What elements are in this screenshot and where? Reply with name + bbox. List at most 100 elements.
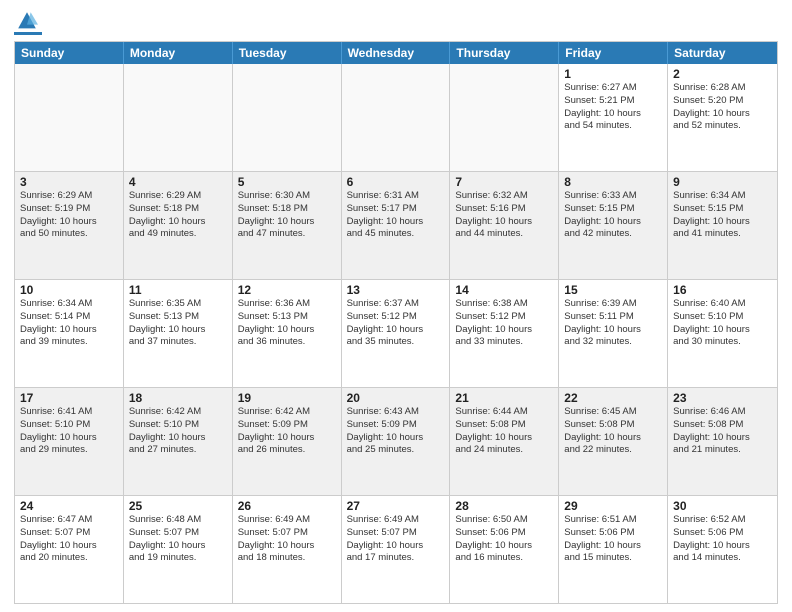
calendar-cell: 16Sunrise: 6:40 AMSunset: 5:10 PMDayligh… <box>668 280 777 387</box>
day-number: 20 <box>347 391 445 405</box>
day-info: Sunrise: 6:51 AMSunset: 5:06 PMDaylight:… <box>564 514 662 565</box>
header <box>14 10 778 35</box>
calendar-cell: 5Sunrise: 6:30 AMSunset: 5:18 PMDaylight… <box>233 172 342 279</box>
day-number: 6 <box>347 175 445 189</box>
calendar-cell <box>124 64 233 171</box>
day-number: 2 <box>673 67 772 81</box>
day-info: Sunrise: 6:50 AMSunset: 5:06 PMDaylight:… <box>455 514 553 565</box>
day-number: 7 <box>455 175 553 189</box>
calendar-cell: 29Sunrise: 6:51 AMSunset: 5:06 PMDayligh… <box>559 496 668 603</box>
day-info: Sunrise: 6:49 AMSunset: 5:07 PMDaylight:… <box>238 514 336 565</box>
day-info: Sunrise: 6:37 AMSunset: 5:12 PMDaylight:… <box>347 298 445 349</box>
day-number: 18 <box>129 391 227 405</box>
day-number: 10 <box>20 283 118 297</box>
day-info: Sunrise: 6:44 AMSunset: 5:08 PMDaylight:… <box>455 406 553 457</box>
day-number: 8 <box>564 175 662 189</box>
logo <box>14 10 44 35</box>
day-info: Sunrise: 6:38 AMSunset: 5:12 PMDaylight:… <box>455 298 553 349</box>
calendar-body: 1Sunrise: 6:27 AMSunset: 5:21 PMDaylight… <box>15 64 777 603</box>
page: SundayMondayTuesdayWednesdayThursdayFrid… <box>0 0 792 612</box>
calendar-cell: 22Sunrise: 6:45 AMSunset: 5:08 PMDayligh… <box>559 388 668 495</box>
day-number: 12 <box>238 283 336 297</box>
day-info: Sunrise: 6:49 AMSunset: 5:07 PMDaylight:… <box>347 514 445 565</box>
calendar-cell: 20Sunrise: 6:43 AMSunset: 5:09 PMDayligh… <box>342 388 451 495</box>
header-day-friday: Friday <box>559 42 668 64</box>
day-info: Sunrise: 6:52 AMSunset: 5:06 PMDaylight:… <box>673 514 772 565</box>
day-info: Sunrise: 6:29 AMSunset: 5:19 PMDaylight:… <box>20 190 118 241</box>
calendar-cell <box>450 64 559 171</box>
day-number: 1 <box>564 67 662 81</box>
calendar-cell <box>15 64 124 171</box>
day-info: Sunrise: 6:34 AMSunset: 5:14 PMDaylight:… <box>20 298 118 349</box>
day-info: Sunrise: 6:40 AMSunset: 5:10 PMDaylight:… <box>673 298 772 349</box>
calendar-cell: 9Sunrise: 6:34 AMSunset: 5:15 PMDaylight… <box>668 172 777 279</box>
day-info: Sunrise: 6:42 AMSunset: 5:09 PMDaylight:… <box>238 406 336 457</box>
day-number: 16 <box>673 283 772 297</box>
calendar-cell: 12Sunrise: 6:36 AMSunset: 5:13 PMDayligh… <box>233 280 342 387</box>
calendar-cell: 19Sunrise: 6:42 AMSunset: 5:09 PMDayligh… <box>233 388 342 495</box>
day-info: Sunrise: 6:47 AMSunset: 5:07 PMDaylight:… <box>20 514 118 565</box>
day-info: Sunrise: 6:34 AMSunset: 5:15 PMDaylight:… <box>673 190 772 241</box>
calendar-row-2: 10Sunrise: 6:34 AMSunset: 5:14 PMDayligh… <box>15 279 777 387</box>
calendar-cell: 26Sunrise: 6:49 AMSunset: 5:07 PMDayligh… <box>233 496 342 603</box>
calendar-cell: 21Sunrise: 6:44 AMSunset: 5:08 PMDayligh… <box>450 388 559 495</box>
calendar-cell: 28Sunrise: 6:50 AMSunset: 5:06 PMDayligh… <box>450 496 559 603</box>
day-info: Sunrise: 6:41 AMSunset: 5:10 PMDaylight:… <box>20 406 118 457</box>
header-day-monday: Monday <box>124 42 233 64</box>
day-info: Sunrise: 6:36 AMSunset: 5:13 PMDaylight:… <box>238 298 336 349</box>
day-number: 27 <box>347 499 445 513</box>
day-info: Sunrise: 6:48 AMSunset: 5:07 PMDaylight:… <box>129 514 227 565</box>
day-number: 11 <box>129 283 227 297</box>
day-number: 9 <box>673 175 772 189</box>
calendar-cell: 27Sunrise: 6:49 AMSunset: 5:07 PMDayligh… <box>342 496 451 603</box>
day-info: Sunrise: 6:35 AMSunset: 5:13 PMDaylight:… <box>129 298 227 349</box>
day-number: 21 <box>455 391 553 405</box>
day-number: 25 <box>129 499 227 513</box>
calendar-cell: 13Sunrise: 6:37 AMSunset: 5:12 PMDayligh… <box>342 280 451 387</box>
day-number: 17 <box>20 391 118 405</box>
header-day-sunday: Sunday <box>15 42 124 64</box>
header-day-wednesday: Wednesday <box>342 42 451 64</box>
day-info: Sunrise: 6:29 AMSunset: 5:18 PMDaylight:… <box>129 190 227 241</box>
day-info: Sunrise: 6:46 AMSunset: 5:08 PMDaylight:… <box>673 406 772 457</box>
day-info: Sunrise: 6:43 AMSunset: 5:09 PMDaylight:… <box>347 406 445 457</box>
calendar-cell: 17Sunrise: 6:41 AMSunset: 5:10 PMDayligh… <box>15 388 124 495</box>
calendar-cell: 25Sunrise: 6:48 AMSunset: 5:07 PMDayligh… <box>124 496 233 603</box>
day-number: 4 <box>129 175 227 189</box>
day-info: Sunrise: 6:33 AMSunset: 5:15 PMDaylight:… <box>564 190 662 241</box>
calendar-cell: 24Sunrise: 6:47 AMSunset: 5:07 PMDayligh… <box>15 496 124 603</box>
logo-text <box>14 10 38 32</box>
calendar-row-0: 1Sunrise: 6:27 AMSunset: 5:21 PMDaylight… <box>15 64 777 171</box>
calendar-cell: 10Sunrise: 6:34 AMSunset: 5:14 PMDayligh… <box>15 280 124 387</box>
calendar-cell: 8Sunrise: 6:33 AMSunset: 5:15 PMDaylight… <box>559 172 668 279</box>
day-info: Sunrise: 6:31 AMSunset: 5:17 PMDaylight:… <box>347 190 445 241</box>
calendar-cell: 23Sunrise: 6:46 AMSunset: 5:08 PMDayligh… <box>668 388 777 495</box>
calendar-cell: 30Sunrise: 6:52 AMSunset: 5:06 PMDayligh… <box>668 496 777 603</box>
day-info: Sunrise: 6:45 AMSunset: 5:08 PMDaylight:… <box>564 406 662 457</box>
calendar-cell: 4Sunrise: 6:29 AMSunset: 5:18 PMDaylight… <box>124 172 233 279</box>
calendar-row-3: 17Sunrise: 6:41 AMSunset: 5:10 PMDayligh… <box>15 387 777 495</box>
day-number: 5 <box>238 175 336 189</box>
day-info: Sunrise: 6:39 AMSunset: 5:11 PMDaylight:… <box>564 298 662 349</box>
calendar-cell: 18Sunrise: 6:42 AMSunset: 5:10 PMDayligh… <box>124 388 233 495</box>
calendar-header: SundayMondayTuesdayWednesdayThursdayFrid… <box>15 42 777 64</box>
day-number: 26 <box>238 499 336 513</box>
day-number: 19 <box>238 391 336 405</box>
calendar-cell: 2Sunrise: 6:28 AMSunset: 5:20 PMDaylight… <box>668 64 777 171</box>
day-number: 24 <box>20 499 118 513</box>
calendar-row-1: 3Sunrise: 6:29 AMSunset: 5:19 PMDaylight… <box>15 171 777 279</box>
day-info: Sunrise: 6:32 AMSunset: 5:16 PMDaylight:… <box>455 190 553 241</box>
day-number: 14 <box>455 283 553 297</box>
day-info: Sunrise: 6:27 AMSunset: 5:21 PMDaylight:… <box>564 82 662 133</box>
calendar-cell: 11Sunrise: 6:35 AMSunset: 5:13 PMDayligh… <box>124 280 233 387</box>
calendar-cell: 7Sunrise: 6:32 AMSunset: 5:16 PMDaylight… <box>450 172 559 279</box>
logo-icon <box>16 10 38 32</box>
day-number: 30 <box>673 499 772 513</box>
header-day-saturday: Saturday <box>668 42 777 64</box>
day-number: 13 <box>347 283 445 297</box>
day-info: Sunrise: 6:28 AMSunset: 5:20 PMDaylight:… <box>673 82 772 133</box>
calendar-cell: 14Sunrise: 6:38 AMSunset: 5:12 PMDayligh… <box>450 280 559 387</box>
calendar: SundayMondayTuesdayWednesdayThursdayFrid… <box>14 41 778 604</box>
day-number: 23 <box>673 391 772 405</box>
header-day-tuesday: Tuesday <box>233 42 342 64</box>
